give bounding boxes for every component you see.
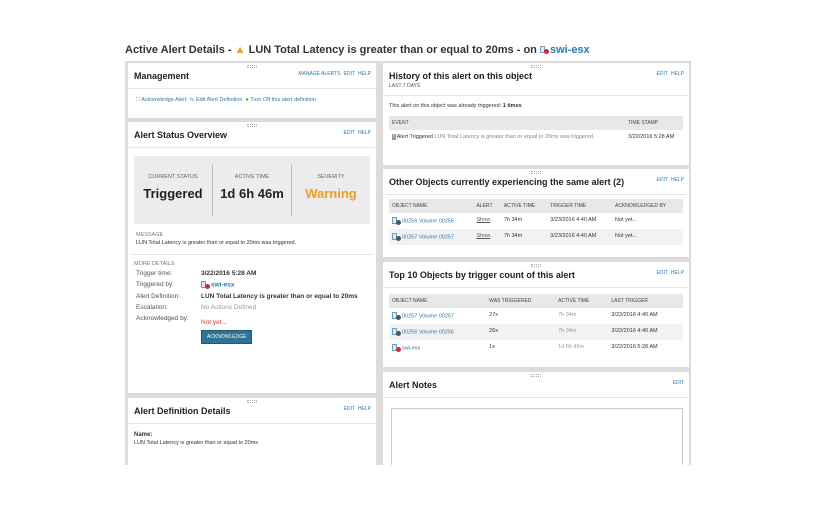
edit-link[interactable]: EDIT	[344, 130, 355, 136]
table-row: ! Alert Triggered LUN Total Latency is g…	[392, 134, 675, 140]
volume-status-icon	[392, 328, 401, 336]
current-status: Triggered	[143, 186, 203, 201]
history-panel: History of this alert on this object LAST…	[383, 63, 689, 165]
help-link[interactable]: HELP	[358, 130, 371, 136]
triggered-by-link[interactable]: swi-esx	[211, 282, 235, 289]
object-link[interactable]: 00257 Volume 00257	[402, 234, 454, 240]
panel-title: Alert Notes	[389, 380, 438, 390]
edit-link[interactable]: EDIT	[657, 270, 668, 276]
other-objects-table: OBJECT NAME ALERT ACTIVE TIME TRIGGER TIME A…	[389, 199, 683, 245]
other-objects-panel: Other Objects currently experiencing the…	[383, 169, 689, 257]
help-link[interactable]: HELP	[671, 177, 684, 183]
panel-title: Other Objects currently experiencing the…	[389, 177, 625, 187]
turn-off-alert-action[interactable]: ● Turn Off this alert definition	[245, 97, 316, 103]
edit-link[interactable]: EDIT	[657, 177, 668, 183]
top10-table: OBJECT NAME WAS TRIGGERED ACTIVE TIME LAST …	[389, 294, 683, 356]
turn-off-icon: ●	[245, 97, 249, 103]
node-status-icon	[539, 46, 549, 55]
volume-status-icon	[392, 233, 401, 241]
panel-title: Alert Status Overview	[134, 130, 228, 140]
page-title: Active Alert Details - ▲ LUN Total Laten…	[125, 44, 590, 56]
panel-title: History of this alert on this object	[389, 71, 533, 81]
edit-alert-definition-action[interactable]: ✎ Edit Alert Definition	[189, 97, 242, 103]
management-panel: Management MANAGE ALERTS EDIT HELP ⛶ Ackno…	[128, 63, 376, 118]
alert-message: LUN Total Latency is greater than or equ…	[136, 240, 297, 246]
severity: Warning	[305, 186, 357, 201]
help-link[interactable]: HELP	[671, 71, 684, 77]
acknowledge-button[interactable]: ACKNOWLEDGE	[201, 330, 253, 344]
top10-panel: Top 10 Objects by trigger count of this …	[383, 262, 689, 367]
event-icon: !	[392, 134, 396, 140]
table-row: 00256 Volume 00256 Show 7h 34m 3/23/2016 4:…	[389, 213, 683, 229]
panel-title: Alert Definition Details	[134, 406, 231, 416]
edit-link[interactable]: EDIT	[657, 71, 668, 77]
help-link[interactable]: HELP	[358, 406, 371, 412]
more-details: Trigger time: 3/22/2016 5:28 AM Triggered…	[128, 270, 376, 344]
active-time: 1d 6h 46m	[220, 186, 284, 201]
object-link[interactable]: 00256 Volume 00256	[402, 329, 454, 335]
dashboard: Management MANAGE ALERTS EDIT HELP ⛶ Ackno…	[125, 61, 691, 465]
edit-link[interactable]: EDIT	[344, 71, 355, 77]
volume-status-icon	[392, 217, 401, 225]
table-row: 00257 Volume 00257 27x 7h 34m 3/23/2016 4:4…	[389, 308, 683, 324]
panel-title: Top 10 Objects by trigger count of this …	[389, 270, 575, 280]
warning-triangle-icon: ▲	[234, 44, 246, 56]
node-status-icon	[201, 281, 210, 289]
show-alert-link[interactable]: Show	[476, 217, 490, 223]
alert-definition-panel: Alert Definition Details EDIT HELP Name: L…	[128, 398, 376, 465]
table-row: swi-esx 1x 1d 6h 46m 3/22/2016 5:28 AM	[389, 340, 683, 356]
help-link[interactable]: HELP	[671, 270, 684, 276]
node-link[interactable]: swi-esx	[550, 44, 590, 56]
acknowledge-alert-action[interactable]: ⛶ Acknowledge Alert	[136, 97, 186, 103]
object-link[interactable]: 00256 Volume 00256	[402, 218, 454, 224]
notes-textarea[interactable]	[391, 408, 683, 465]
status-summary: CURRENT STATUS Triggered ACTIVE TIME 1d 6h…	[134, 156, 370, 224]
object-link[interactable]: 00257 Volume 00257	[402, 313, 454, 319]
table-row: 00257 Volume 00257 Show 7h 34m 3/23/2016 4:…	[389, 229, 683, 245]
show-alert-link[interactable]: Show	[476, 233, 490, 239]
help-link[interactable]: HELP	[358, 71, 371, 77]
volume-status-icon	[392, 312, 401, 320]
alert-notes-panel: Alert Notes EDIT	[383, 372, 689, 465]
edit-link[interactable]: EDIT	[673, 380, 684, 386]
manage-alerts-link[interactable]: MANAGE ALERTS	[298, 71, 340, 77]
node-status-icon	[392, 344, 401, 352]
history-table: EVENT TIME STAMP ! Alert Triggered LUN To…	[389, 116, 683, 144]
alert-status-panel: Alert Status Overview EDIT HELP CURRENT S…	[128, 122, 376, 393]
edit-link[interactable]: EDIT	[344, 406, 355, 412]
table-row: 00256 Volume 00256 26x 7h 34m 3/23/2016 4:4…	[389, 324, 683, 340]
object-link[interactable]: swi-esx	[402, 345, 420, 351]
